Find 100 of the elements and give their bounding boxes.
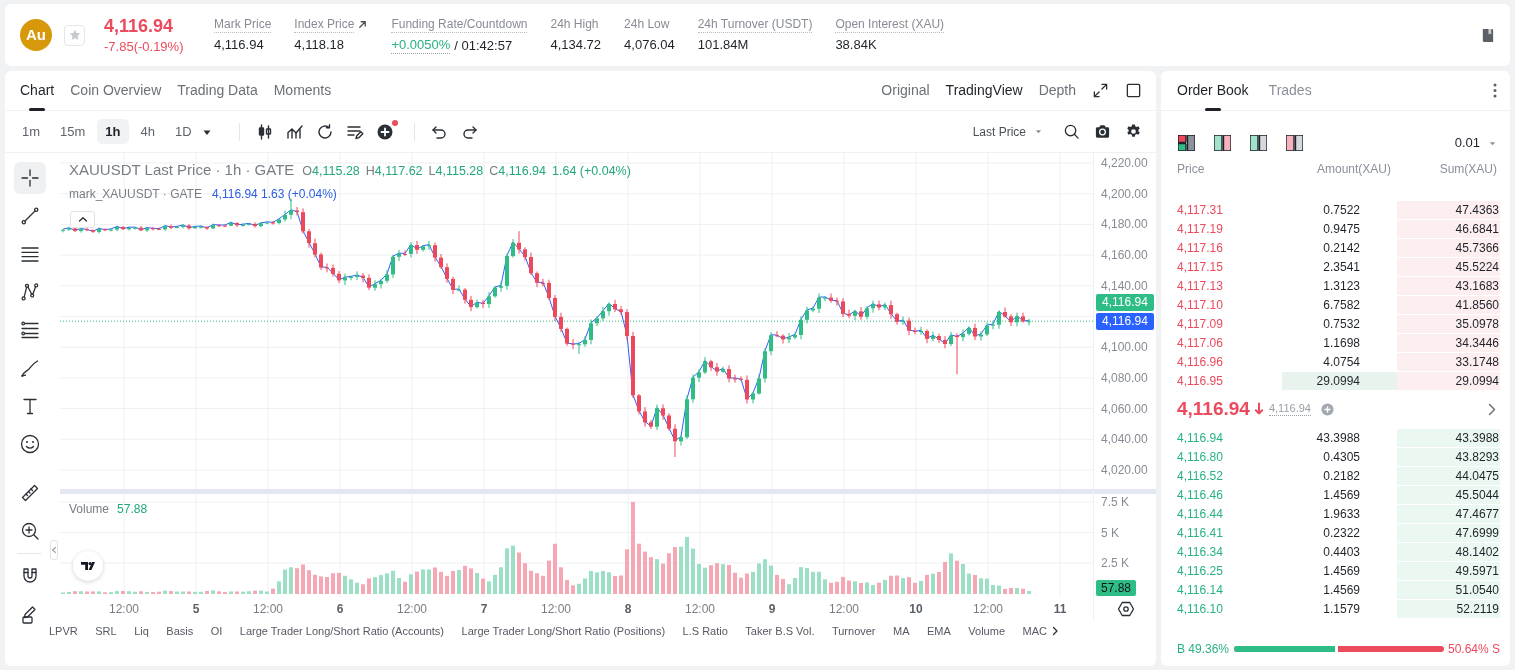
section-tab[interactable]: Trading Data <box>177 71 258 111</box>
refresh-icon[interactable] <box>315 122 334 141</box>
time-axis-label: 6 <box>336 602 344 616</box>
settings-icon[interactable] <box>1125 123 1142 140</box>
arrow-up-right-icon[interactable] <box>357 19 369 30</box>
crosshair-icon <box>19 167 41 189</box>
ask-amount: 0.9475 <box>1323 220 1360 238</box>
indicator-button[interactable]: LPVR <box>49 624 78 638</box>
price-axis-label: 4,160.00 <box>1101 248 1148 263</box>
bid-sum: 43.3988 <box>1397 428 1500 447</box>
ask-amount: 1.3123 <box>1323 277 1360 295</box>
coin-logo: Au <box>20 19 52 51</box>
ohlc-value: 4,117.62 <box>374 163 423 180</box>
volume-axis-label: 2.5 K <box>1101 556 1130 570</box>
ask-price: 4,117.13 <box>1177 277 1224 295</box>
ask-amount: 0.7522 <box>1323 201 1360 219</box>
two-column-icon[interactable] <box>1214 135 1231 151</box>
section-tab[interactable]: Moments <box>273 71 332 111</box>
view-mode-tab[interactable]: TradingView <box>945 80 1023 101</box>
ask-sum: 45.7366 <box>1397 238 1500 257</box>
stat-value: 4,118.18 <box>294 36 344 53</box>
time-axis-label: 8 <box>624 602 632 616</box>
funding-rate: +0.0050% <box>391 36 451 54</box>
split-layout-icon[interactable] <box>1178 135 1195 151</box>
chart-logo-icon <box>73 551 103 581</box>
bid-sum: 43.8293 <box>1397 447 1500 466</box>
stat-label: Open Interest (XAU) <box>835 16 945 33</box>
chart-lines-icon[interactable] <box>285 122 304 141</box>
stat-value: 4,116.94 <box>214 36 264 53</box>
ask-sum: 47.4363 <box>1397 200 1500 219</box>
buy-ratio: B 49.36% <box>1177 641 1230 658</box>
stat-label: Funding Rate/Countdown <box>391 16 528 33</box>
volume-axis-label: 7.5 K <box>1101 495 1130 509</box>
indicator-button[interactable]: MA <box>893 624 910 638</box>
search-icon[interactable] <box>1063 123 1080 140</box>
time-axis-label: 12:00 <box>109 602 139 616</box>
interval-tab[interactable]: 4h <box>132 119 163 144</box>
bid-sum: 45.5044 <box>1397 485 1500 504</box>
indicator-button[interactable]: L.S Ratio <box>682 624 728 638</box>
bid-price: 4,116.14 <box>1177 581 1224 599</box>
stat-label: 24h High <box>550 16 599 33</box>
indicator-button[interactable]: Large Trader Long/Short Ratio (Accounts) <box>239 624 445 638</box>
add-circle-icon[interactable] <box>375 122 394 141</box>
indicator-button[interactable]: EMA <box>927 624 951 638</box>
indicator-button[interactable]: Basis <box>166 624 194 638</box>
camera-icon[interactable] <box>1094 123 1111 140</box>
square-icon[interactable] <box>1125 82 1142 99</box>
price-source-select[interactable]: Last Price <box>972 122 1043 141</box>
view-mode-tab[interactable]: Original <box>881 80 930 101</box>
order-book-tab[interactable]: Order Book <box>1177 71 1249 111</box>
section-tab[interactable]: Coin Overview <box>70 71 162 111</box>
ohlc-value: 4,116.94 <box>498 163 547 180</box>
indicator-button[interactable]: SRL <box>95 624 117 638</box>
crosshair-tool-button[interactable] <box>14 162 46 194</box>
interval-tab[interactable]: 15m <box>52 119 94 144</box>
time-axis-label: 12:00 <box>685 602 715 616</box>
notebook-icon[interactable] <box>1480 27 1495 43</box>
pattern-icon <box>19 281 41 303</box>
chevron-right-icon[interactable] <box>1051 626 1059 636</box>
expand-icon[interactable] <box>1092 82 1109 99</box>
ohlc-value: 4,115.28 <box>312 163 360 180</box>
two-column-icon[interactable] <box>1286 135 1303 151</box>
volume-value: 57.88 <box>117 502 148 516</box>
more-options-icon[interactable] <box>1492 83 1498 98</box>
stat-label: Index Price <box>294 16 355 33</box>
indicator-button[interactable]: Turnover <box>831 624 876 638</box>
indicator-button[interactable]: Liq <box>134 624 149 638</box>
stat-label: 24h Low <box>624 16 670 33</box>
collapse-legend-button[interactable] <box>70 211 95 228</box>
indicator-button[interactable]: MAC <box>1022 624 1047 638</box>
trend-line-icon <box>19 205 41 227</box>
mark-series-values: 4,116.94 1.63 (+0.04%) <box>211 187 337 201</box>
time-axis-label: 12:00 <box>829 602 859 616</box>
section-tab[interactable]: Chart <box>20 71 55 111</box>
bid-price: 4,116.34 <box>1177 543 1224 561</box>
ask-amount: 0.7532 <box>1323 315 1360 333</box>
bid-sum: 51.0540 <box>1397 580 1500 599</box>
bid-price: 4,116.25 <box>1177 562 1224 580</box>
price-tag: 4,116.94 <box>1096 293 1154 311</box>
ask-amount: 4.0754 <box>1323 353 1360 371</box>
indicator-button[interactable]: Volume <box>968 624 1006 638</box>
volume-label: Volume <box>69 502 110 516</box>
bid-price: 4,116.44 <box>1177 505 1224 523</box>
interval-tab[interactable]: 1m <box>14 119 49 144</box>
time-axis-label: 12:00 <box>973 602 1003 616</box>
bid-amount: 0.4305 <box>1323 448 1360 466</box>
last-price: 4,116.94 <box>104 15 175 37</box>
ask-price: 4,117.15 <box>1177 258 1224 276</box>
precision-select[interactable]: 0.01 <box>1454 133 1497 153</box>
interval-tab[interactable]: 1D <box>167 119 200 144</box>
indicator-button[interactable]: OI <box>210 624 223 638</box>
indicator-button[interactable]: Taker B.S Vol. <box>745 624 815 638</box>
two-column-icon[interactable] <box>1250 135 1267 151</box>
view-mode-tab[interactable]: Depth <box>1038 80 1076 101</box>
ask-amount: 6.7582 <box>1323 296 1360 314</box>
bid-amount: 1.9633 <box>1323 505 1360 523</box>
indicator-button[interactable]: Large Trader Long/Short Ratio (Positions) <box>461 624 666 638</box>
bid-amount: 0.2322 <box>1323 524 1360 542</box>
interval-tab[interactable]: 1h <box>97 119 129 144</box>
hexagon-settings-icon[interactable] <box>1117 600 1135 618</box>
